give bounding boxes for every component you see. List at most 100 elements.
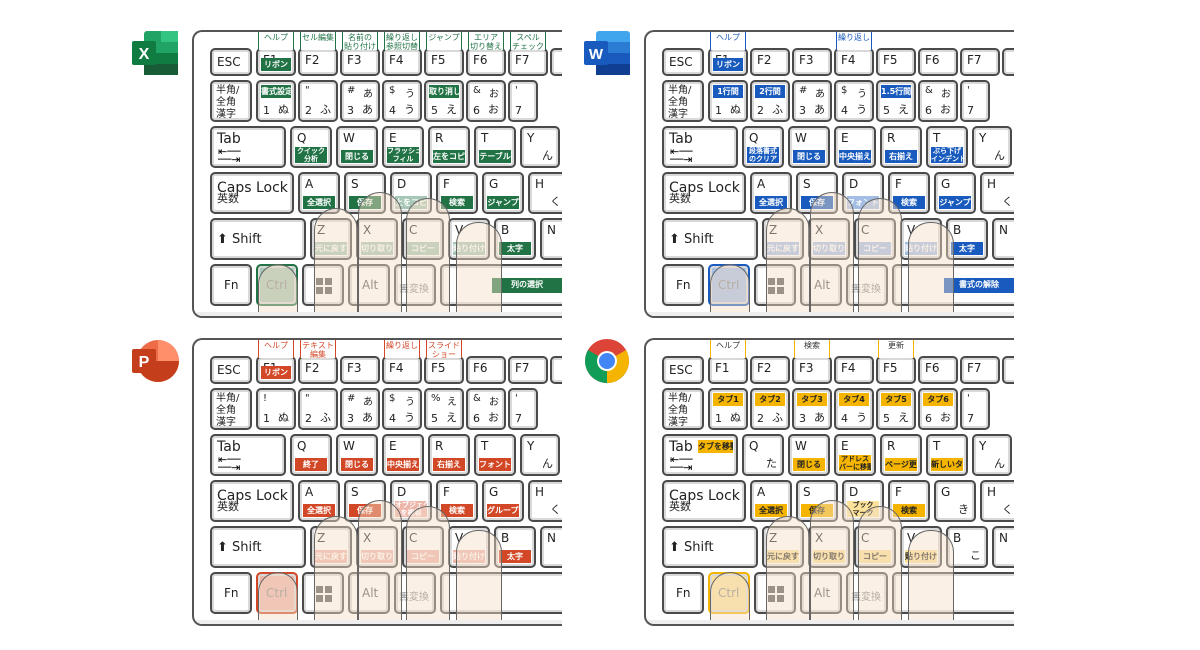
key-esc[interactable]: ESC	[662, 48, 704, 76]
key-f7[interactable]: F7	[508, 48, 548, 76]
key-f7[interactable]: F7	[960, 356, 1000, 384]
key-t[interactable]: T テーブル	[474, 126, 516, 168]
key-e[interactable]: E フラッシュ フィル	[382, 126, 424, 168]
key-6[interactable]: & お 6 お	[466, 388, 506, 430]
key-f7[interactable]: F7	[508, 356, 548, 384]
key-w[interactable]: W 閉じる	[336, 434, 378, 476]
key-shift[interactable]: ⬆ Shift	[662, 526, 758, 568]
key-hankaku[interactable]: 半角/ 全角 漢字	[662, 388, 704, 430]
key-g[interactable]: Gき	[934, 480, 976, 522]
key-hankaku[interactable]: 半角/ 全角 漢字	[662, 80, 704, 122]
key-n[interactable]: N	[992, 526, 1014, 568]
key-f3[interactable]: F3	[340, 48, 380, 76]
key-6[interactable]: & お 6 お	[466, 80, 506, 122]
key-f1[interactable]: F1リボン	[256, 48, 296, 76]
key-1[interactable]: タブ1 1 ぬ	[708, 388, 748, 430]
key-shift[interactable]: ⬆ Shift	[662, 218, 758, 260]
key-tab[interactable]: Tab⇤── ──⇥タブを移動	[662, 434, 738, 476]
key-1[interactable]: 1行間 1 ぬ	[708, 80, 748, 122]
key-f1[interactable]: F1リボン	[256, 356, 296, 384]
key-3[interactable]: # あ 3 あ	[792, 80, 832, 122]
key-caps-lock[interactable]: Caps Lock 英数	[662, 172, 746, 214]
key-7[interactable]: ' 7	[960, 388, 990, 430]
key-f8[interactable]	[550, 356, 562, 384]
key-g[interactable]: G グループ化	[482, 480, 524, 522]
key-f6[interactable]: F6	[918, 356, 958, 384]
key-esc[interactable]: ESC	[662, 356, 704, 384]
key-f1[interactable]: F1リボン	[708, 48, 748, 76]
key-g[interactable]: G ジャンプ	[934, 172, 976, 214]
key-n[interactable]: N	[992, 218, 1014, 260]
key-6[interactable]: & お 6 お	[918, 80, 958, 122]
key-1[interactable]: ! 1 ぬ	[256, 388, 296, 430]
key-esc[interactable]: ESC	[210, 356, 252, 384]
key-5[interactable]: タブ5 5 え	[876, 388, 916, 430]
key-2[interactable]: " 2 ふ	[298, 388, 338, 430]
key-2[interactable]: " 2 ふ	[298, 80, 338, 122]
key-f6[interactable]: F6	[918, 48, 958, 76]
key-f3[interactable]: F3	[340, 356, 380, 384]
key-4[interactable]: $ う 4 う	[834, 80, 874, 122]
key-f1[interactable]: F1	[708, 356, 748, 384]
key-q[interactable]: Q クイック 分析	[290, 126, 332, 168]
key-n[interactable]: N	[540, 218, 562, 260]
key-r[interactable]: R 左をコピペ	[428, 126, 470, 168]
key-4[interactable]: $ う 4 う	[382, 80, 422, 122]
key-w[interactable]: W 閉じる	[336, 126, 378, 168]
key-tab[interactable]: Tab ⇤── ──⇥	[210, 126, 286, 168]
key-5[interactable]: 1.5行間 5 え	[876, 80, 916, 122]
key-2[interactable]: 2行間 2 ふ	[750, 80, 790, 122]
key-y[interactable]: Yん	[520, 434, 560, 476]
key-w[interactable]: W 閉じる	[788, 126, 830, 168]
key-f3[interactable]: F3	[792, 48, 832, 76]
key-shift[interactable]: ⬆ Shift	[210, 526, 306, 568]
key-fn[interactable]: Fn	[210, 572, 252, 614]
key-r[interactable]: R 右揃え	[880, 126, 922, 168]
key-f3[interactable]: F3	[792, 356, 832, 384]
key-3[interactable]: # あ 3 あ	[340, 80, 380, 122]
key-t[interactable]: T フォント	[474, 434, 516, 476]
key-n[interactable]: N	[540, 526, 562, 568]
key-f2[interactable]: F2	[750, 48, 790, 76]
key-q[interactable]: Q 終了	[290, 434, 332, 476]
key-y[interactable]: Yん	[520, 126, 560, 168]
key-caps-lock[interactable]: Caps Lock 英数	[210, 172, 294, 214]
key-r[interactable]: R 右揃え	[428, 434, 470, 476]
key-3[interactable]: # あ 3 あ	[340, 388, 380, 430]
key-esc[interactable]: ESC	[210, 48, 252, 76]
key-f5[interactable]: F5	[876, 356, 916, 384]
key-5[interactable]: 取り消し線 5え	[424, 80, 464, 122]
key-y[interactable]: Yん	[972, 126, 1012, 168]
key-7[interactable]: ' 7	[960, 80, 990, 122]
key-g[interactable]: G ジャンプ	[482, 172, 524, 214]
key-q[interactable]: Qた	[742, 434, 784, 476]
key-7[interactable]: ' 7	[508, 388, 538, 430]
key-w[interactable]: W 閉じる	[788, 434, 830, 476]
key-t[interactable]: T ぶら下げ インデント	[926, 126, 968, 168]
key-f2[interactable]: F2	[298, 356, 338, 384]
key-f8[interactable]	[1002, 48, 1014, 76]
key-shift[interactable]: ⬆ Shift	[210, 218, 306, 260]
key-4[interactable]: タブ4 4 う	[834, 388, 874, 430]
key-hankaku[interactable]: 半角/ 全角 漢字	[210, 80, 252, 122]
key-e[interactable]: E 中央揃え	[382, 434, 424, 476]
key-f8[interactable]	[1002, 356, 1014, 384]
key-3[interactable]: タブ3 3 あ	[792, 388, 832, 430]
key-e[interactable]: E 中央揃え	[834, 126, 876, 168]
key-caps-lock[interactable]: Caps Lock 英数	[210, 480, 294, 522]
key-f2[interactable]: F2	[298, 48, 338, 76]
key-fn[interactable]: Fn	[662, 264, 704, 306]
key-2[interactable]: タブ2 2 ふ	[750, 388, 790, 430]
key-6[interactable]: タブ6 6 お	[918, 388, 958, 430]
key-f4[interactable]: F4	[834, 48, 874, 76]
key-f7[interactable]: F7	[960, 48, 1000, 76]
key-f5[interactable]: F5	[424, 48, 464, 76]
key-f5[interactable]: F5	[876, 48, 916, 76]
key-h[interactable]: Hく	[980, 480, 1014, 522]
key-4[interactable]: $ う 4 う	[382, 388, 422, 430]
key-t[interactable]: T 新しいタブ	[926, 434, 968, 476]
key-fn[interactable]: Fn	[662, 572, 704, 614]
key-hankaku[interactable]: 半角/ 全角 漢字	[210, 388, 252, 430]
key-q[interactable]: Q 段落書式 のクリア	[742, 126, 784, 168]
key-f4[interactable]: F4	[382, 356, 422, 384]
